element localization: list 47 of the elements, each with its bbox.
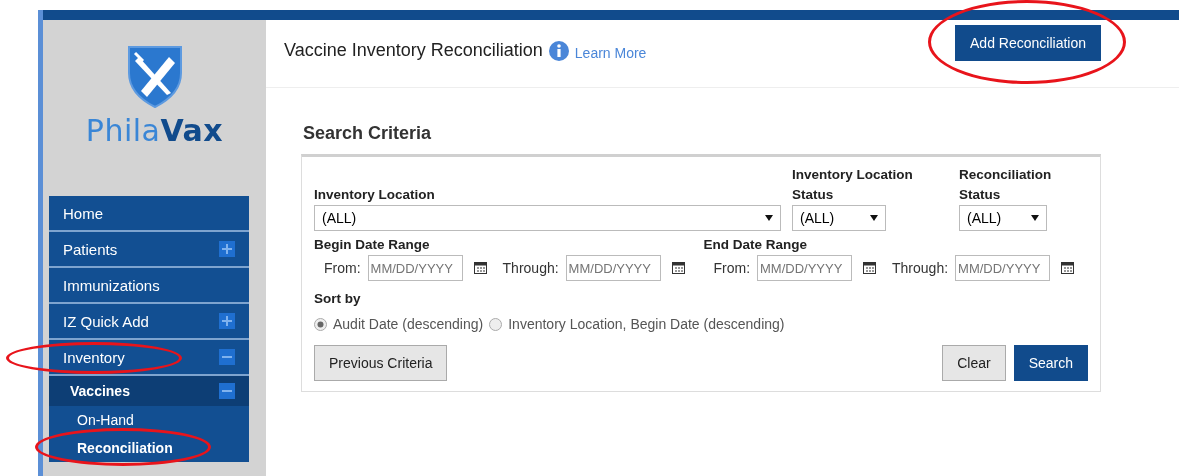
minus-icon[interactable] [219, 383, 235, 399]
date-field[interactable]: MM/DD/YYYY [955, 255, 1051, 281]
dropdown[interactable]: (ALL) [314, 205, 781, 231]
nav-item[interactable]: Patients [49, 232, 249, 268]
nav-item[interactable]: Home [49, 196, 249, 232]
plus-icon[interactable] [219, 241, 235, 257]
caret-icon [870, 215, 878, 221]
field-label: From: [713, 260, 751, 276]
minus-icon[interactable] [219, 349, 235, 365]
dropdown[interactable]: (ALL) [792, 205, 886, 231]
nav-item[interactable]: Immunizations [49, 268, 249, 304]
caret-icon [1031, 215, 1039, 221]
date-field[interactable]: MM/DD/YYYY [757, 255, 853, 281]
caret-icon [765, 215, 773, 221]
calendar-icon[interactable] [671, 262, 685, 274]
calendar-icon[interactable] [473, 262, 487, 274]
radio-button[interactable] [489, 317, 503, 331]
nav-item[interactable]: Inventory [49, 340, 249, 376]
add-reconciliation-button[interactable]: Add Reconciliation [955, 25, 1101, 61]
field-label: Inventory Location [314, 186, 436, 204]
form-button[interactable]: Previous Criteria [314, 345, 448, 381]
radio-label[interactable]: Audit Date (descending) [333, 316, 484, 332]
field-label: Through: [502, 260, 559, 276]
calendar-icon[interactable] [1061, 262, 1075, 274]
page-title: Vaccine Inventory Reconciliation [284, 40, 543, 61]
field-label: Sort by [314, 290, 362, 308]
form-button[interactable]: Clear [942, 345, 1006, 381]
calendar-icon[interactable] [863, 262, 877, 274]
field-label: Reconciliation Status [959, 166, 1053, 204]
radio-button[interactable] [314, 317, 327, 331]
logo-text: PhilaVax [85, 113, 224, 148]
info-icon[interactable] [548, 40, 569, 61]
section-heading: Search Criteria [303, 123, 433, 144]
field-label: From: [324, 260, 361, 276]
radio-label[interactable]: Inventory Location, Begin Date (descending) [508, 316, 785, 332]
nav-item[interactable]: IZ Quick Add [49, 304, 249, 340]
dropdown[interactable]: (ALL) [959, 205, 1047, 231]
date-field[interactable]: MM/DD/YYYY [367, 255, 463, 281]
field-label: Begin Date Range [314, 236, 431, 254]
search-button[interactable]: Search [1013, 345, 1088, 381]
field-label: Through: [892, 260, 949, 276]
field-label: End Date Range [703, 236, 808, 254]
field-label: Inventory Location Status [792, 166, 914, 204]
plus-icon[interactable] [219, 313, 235, 329]
learn-more-link[interactable]: Learn More [574, 44, 647, 61]
date-field[interactable]: MM/DD/YYYY [565, 255, 661, 281]
nav-item[interactable]: Vaccines [49, 376, 249, 406]
